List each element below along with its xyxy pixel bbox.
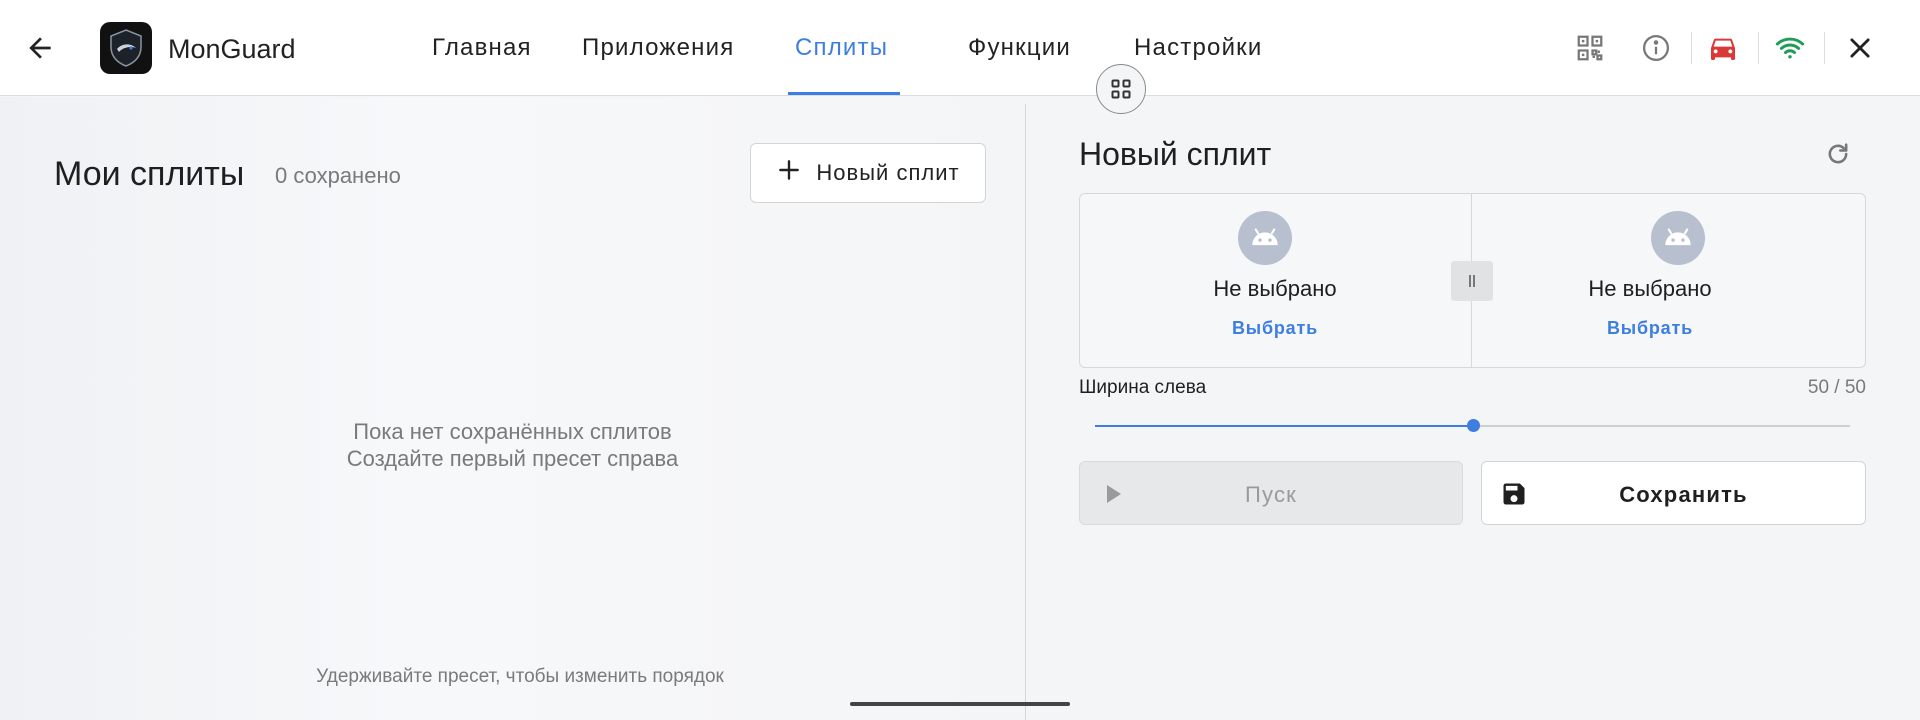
slider-fill bbox=[1095, 425, 1473, 427]
left-select-link[interactable]: Выбрать bbox=[1079, 318, 1471, 339]
panel-divider bbox=[1025, 104, 1026, 720]
android-icon bbox=[1651, 211, 1705, 265]
right-app-label: Не выбрано bbox=[1588, 276, 1712, 301]
tab-splits[interactable]: Сплиты bbox=[795, 34, 888, 62]
toolbar-divider bbox=[1758, 32, 1759, 64]
my-splits-title: Мои сплиты bbox=[54, 155, 245, 193]
app-title: MonGuard bbox=[168, 34, 296, 64]
tab-settings[interactable]: Настройки bbox=[1134, 34, 1262, 62]
back-arrow-icon[interactable] bbox=[22, 30, 58, 66]
app-grid-icon[interactable] bbox=[1096, 64, 1146, 114]
left-width-label: Ширина слева bbox=[1079, 377, 1207, 398]
left-width-value: 50 / 50 bbox=[1807, 377, 1866, 398]
run-button[interactable]: Пуск bbox=[1079, 461, 1463, 525]
tab-functions[interactable]: Функции bbox=[968, 34, 1071, 62]
top-app-bar: MonGuard Главная Приложения Сплиты Функц… bbox=[0, 0, 1920, 96]
car-icon[interactable] bbox=[1705, 30, 1741, 66]
toolbar-divider bbox=[1691, 32, 1692, 64]
app-logo bbox=[100, 22, 152, 74]
qr-code-icon[interactable] bbox=[1572, 30, 1608, 66]
save-button[interactable]: Сохранить bbox=[1481, 461, 1866, 525]
left-app-label: Не выбрано bbox=[1213, 276, 1337, 301]
width-slider[interactable] bbox=[1095, 419, 1850, 432]
slider-thumb[interactable] bbox=[1466, 419, 1480, 432]
close-icon[interactable] bbox=[1842, 30, 1878, 66]
empty-state-title: Пока нет сохранённых сплитов bbox=[353, 419, 672, 444]
new-split-title: Новый сплит bbox=[1079, 136, 1272, 172]
home-indicator[interactable] bbox=[850, 702, 1070, 706]
info-icon[interactable] bbox=[1638, 30, 1674, 66]
active-tab-indicator bbox=[788, 92, 900, 95]
run-label: Пуск bbox=[1245, 482, 1297, 507]
saved-count: 0 сохранено bbox=[275, 163, 401, 188]
toolbar-divider bbox=[1824, 32, 1825, 64]
plus-icon bbox=[776, 157, 802, 189]
left-app-slot[interactable]: Не выбрано Выбрать bbox=[1079, 194, 1471, 367]
right-select-link[interactable]: Выбрать bbox=[1454, 318, 1846, 339]
reorder-hint: Удерживайте пресет, чтобы изменить поряд… bbox=[316, 666, 724, 687]
split-drag-handle[interactable] bbox=[1451, 261, 1493, 301]
android-icon bbox=[1238, 211, 1292, 265]
save-label: Сохранить bbox=[1619, 482, 1748, 507]
tab-apps[interactable]: Приложения bbox=[582, 34, 734, 62]
right-app-slot[interactable]: Не выбрано Выбрать bbox=[1473, 194, 1865, 367]
refresh-icon[interactable] bbox=[1820, 136, 1856, 172]
empty-state-subtitle: Создайте первый пресет справа bbox=[346, 446, 679, 471]
new-split-label: Новый сплит bbox=[816, 160, 960, 185]
wifi-icon[interactable] bbox=[1772, 30, 1808, 66]
new-split-button[interactable]: Новый сплит bbox=[750, 143, 986, 203]
tab-home[interactable]: Главная bbox=[432, 34, 532, 62]
